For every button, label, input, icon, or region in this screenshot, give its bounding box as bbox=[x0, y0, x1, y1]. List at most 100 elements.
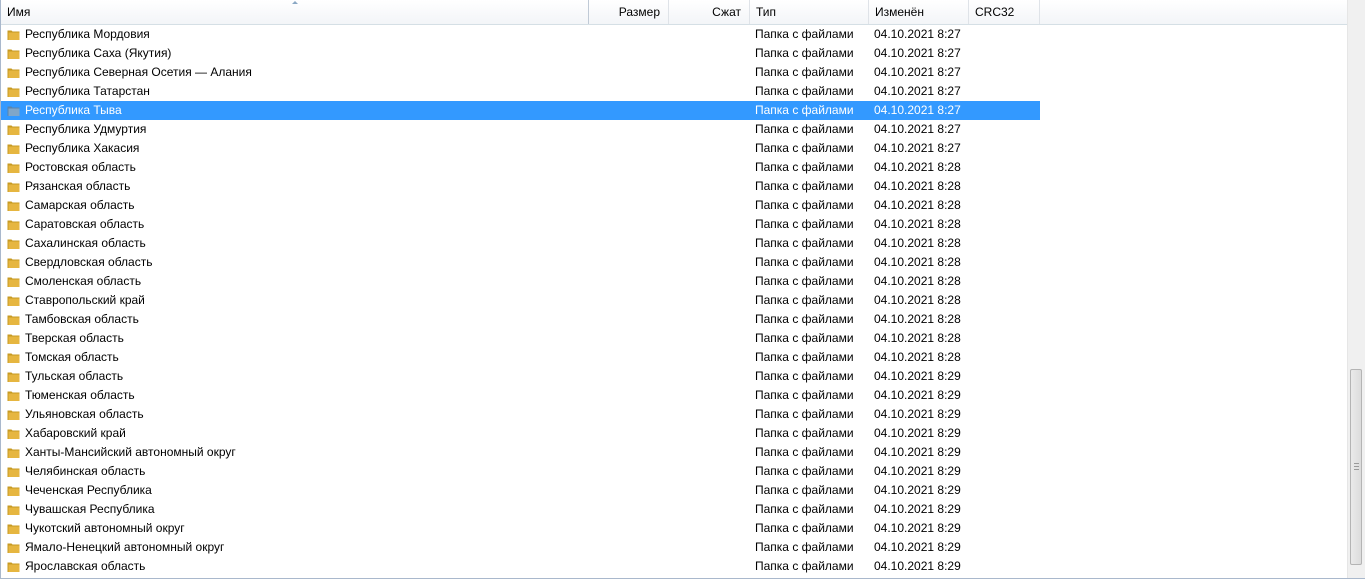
scrollbar-thumb[interactable] bbox=[1350, 369, 1362, 565]
table-row[interactable]: Свердловская область Папка с файлами 04.10… bbox=[1, 253, 1040, 272]
file-type: Папка с файлами bbox=[755, 255, 854, 269]
file-type: Папка с файлами bbox=[755, 236, 854, 250]
table-row[interactable]: Республика Хакасия Папка с файлами 04.10.2… bbox=[1, 139, 1040, 158]
file-modified: 04.10.2021 8:29 bbox=[874, 388, 961, 402]
table-row[interactable]: Ханты-Мансийский автономный округ Папка с… bbox=[1, 443, 1040, 462]
file-type: Папка с файлами bbox=[755, 483, 854, 497]
file-name: Свердловская область bbox=[25, 255, 153, 269]
scrollbar-grip bbox=[1354, 463, 1359, 464]
file-type: Папка с файлами bbox=[755, 293, 854, 307]
file-type: Папка с файлами bbox=[755, 502, 854, 516]
folder-icon bbox=[7, 429, 20, 439]
file-name: Смоленская область bbox=[25, 274, 142, 288]
table-row[interactable]: Республика Татарстан Папка с файлами 04.10… bbox=[1, 82, 1040, 101]
folder-icon bbox=[7, 201, 20, 211]
table-row[interactable]: Тамбовская область Папка с файлами 04.10.2… bbox=[1, 310, 1040, 329]
table-row[interactable]: Чукотский автономный округ Папка с файлам… bbox=[1, 519, 1040, 538]
file-name: Республика Северная Осетия — Алания bbox=[25, 65, 252, 79]
table-row[interactable]: Челябинская область Папка с файлами 04.10.… bbox=[1, 462, 1040, 481]
file-name: Ульяновская область bbox=[25, 407, 144, 421]
file-type: Папка с файлами bbox=[755, 540, 854, 554]
file-type: Папка с файлами bbox=[755, 445, 854, 459]
column-header-size[interactable]: Размер bbox=[589, 0, 669, 24]
table-row[interactable]: Томская область Папка с файлами 04.10.2021… bbox=[1, 348, 1040, 367]
table-row[interactable]: Самарская область Папка с файлами 04.10.20… bbox=[1, 196, 1040, 215]
column-header-packed[interactable]: Сжат bbox=[669, 0, 750, 24]
table-row[interactable]: Республика Удмуртия Папка с файлами 04.10.… bbox=[1, 120, 1040, 139]
folder-icon bbox=[7, 524, 20, 534]
folder-icon bbox=[7, 144, 20, 154]
file-type: Папка с файлами bbox=[755, 331, 854, 345]
file-modified: 04.10.2021 8:28 bbox=[874, 331, 961, 345]
sort-ascending-icon bbox=[292, 1, 298, 4]
column-header-type[interactable]: Тип bbox=[750, 0, 869, 24]
file-modified: 04.10.2021 8:28 bbox=[874, 198, 961, 212]
file-modified: 04.10.2021 8:27 bbox=[874, 27, 961, 41]
file-type: Папка с файлами bbox=[755, 122, 854, 136]
table-row[interactable]: Республика Саха (Якутия) Папка с файлами 0… bbox=[1, 44, 1040, 63]
file-modified: 04.10.2021 8:27 bbox=[874, 65, 961, 79]
file-list: Республика Мордовия Папка с файлами 04.10.… bbox=[1, 25, 1347, 579]
file-name: Саратовская область bbox=[25, 217, 145, 231]
table-row[interactable]: Ростовская область Папка с файлами 04.10.2… bbox=[1, 158, 1040, 177]
file-type: Папка с файлами bbox=[755, 84, 854, 98]
table-row[interactable]: Хабаровский край Папка с файлами 04.10.202… bbox=[1, 424, 1040, 443]
table-row[interactable]: Смоленская область Папка с файлами 04.10.2… bbox=[1, 272, 1040, 291]
folder-icon bbox=[7, 49, 20, 59]
table-row[interactable]: Тверская область Папка с файлами 04.10.202… bbox=[1, 329, 1040, 348]
file-name: Республика Тыва bbox=[25, 101, 585, 120]
table-row[interactable]: Саратовская область Папка с файлами 04.10.… bbox=[1, 215, 1040, 234]
column-header-modified[interactable]: Изменён bbox=[869, 0, 969, 24]
folder-icon bbox=[7, 30, 20, 40]
file-name: Республика Татарстан bbox=[25, 84, 150, 98]
column-header-empty bbox=[1040, 0, 1347, 24]
table-row[interactable]: Ставропольский край Папка с файлами 04.10.… bbox=[1, 291, 1040, 310]
file-modified: 04.10.2021 8:28 bbox=[874, 274, 961, 288]
file-type: Папка с файлами bbox=[755, 521, 854, 535]
file-name: Тверская область bbox=[25, 331, 124, 345]
file-modified: 04.10.2021 8:28 bbox=[874, 293, 961, 307]
file-type: Папка с файлами bbox=[755, 464, 854, 478]
folder-icon bbox=[7, 296, 20, 306]
folder-icon bbox=[7, 182, 20, 192]
file-name: Ямало-Ненецкий автономный округ bbox=[25, 540, 225, 554]
folder-icon bbox=[7, 68, 20, 78]
file-modified: 04.10.2021 8:29 bbox=[874, 369, 961, 383]
file-name: Тульская область bbox=[25, 369, 124, 383]
table-row[interactable]: Республика Северная Осетия — Алания Папка… bbox=[1, 63, 1040, 82]
file-name: Тюменская область bbox=[25, 388, 135, 402]
file-type: Папка с файлами bbox=[755, 46, 854, 60]
folder-icon bbox=[7, 410, 20, 420]
folder-icon bbox=[7, 486, 20, 496]
table-row[interactable]: Сахалинская область Папка с файлами 04.10.… bbox=[1, 234, 1040, 253]
file-modified: 04.10.2021 8:28 bbox=[874, 179, 961, 193]
folder-icon bbox=[7, 87, 20, 97]
table-row[interactable]: Ульяновская область Папка с файлами 04.10.… bbox=[1, 405, 1040, 424]
vertical-scrollbar[interactable] bbox=[1347, 0, 1365, 578]
file-type: Папка с файлами bbox=[755, 312, 854, 326]
table-row[interactable]: Республика Мордовия Папка с файлами 04.10.… bbox=[1, 25, 1040, 44]
file-modified: 04.10.2021 8:29 bbox=[874, 426, 961, 440]
folder-icon bbox=[7, 391, 20, 401]
folder-icon bbox=[7, 239, 20, 249]
folder-icon bbox=[7, 467, 20, 477]
file-modified: 04.10.2021 8:29 bbox=[874, 559, 961, 573]
table-row[interactable]: Ярославская область Папка с файлами 04.10.… bbox=[1, 557, 1040, 576]
table-row[interactable]: Чеченская Республика Папка с файлами 04.10… bbox=[1, 481, 1040, 500]
file-name: Чеченская Республика bbox=[25, 483, 152, 497]
file-modified: 04.10.2021 8:29 bbox=[874, 521, 961, 535]
table-row[interactable]: Рязанская область Папка с файлами 04.10.20… bbox=[1, 177, 1040, 196]
table-row[interactable]: Тюменская область Папка с файлами 04.10.20… bbox=[1, 386, 1040, 405]
file-modified: 04.10.2021 8:29 bbox=[874, 483, 961, 497]
file-modified: 04.10.2021 8:29 bbox=[874, 540, 961, 554]
column-header-crc32[interactable]: CRC32 bbox=[969, 0, 1040, 24]
table-row[interactable]: Тульская область Папка с файлами 04.10.202… bbox=[1, 367, 1040, 386]
file-modified: 04.10.2021 8:27 bbox=[874, 122, 961, 136]
file-modified: 04.10.2021 8:27 bbox=[874, 141, 961, 155]
table-row[interactable]: Ямало-Ненецкий автономный округ Папка с ф… bbox=[1, 538, 1040, 557]
column-header-name[interactable]: Имя bbox=[1, 0, 589, 24]
table-row[interactable]: Чувашская Республика Папка с файлами 04.10… bbox=[1, 500, 1040, 519]
table-row[interactable]: Республика Тыва Папка с файлами 04.10.2021… bbox=[1, 101, 1040, 120]
file-list-panel: Имя Размер Сжат Тип Изменён CRC32 Респуб… bbox=[0, 0, 1365, 579]
file-type: Папка с файлами bbox=[755, 141, 854, 155]
